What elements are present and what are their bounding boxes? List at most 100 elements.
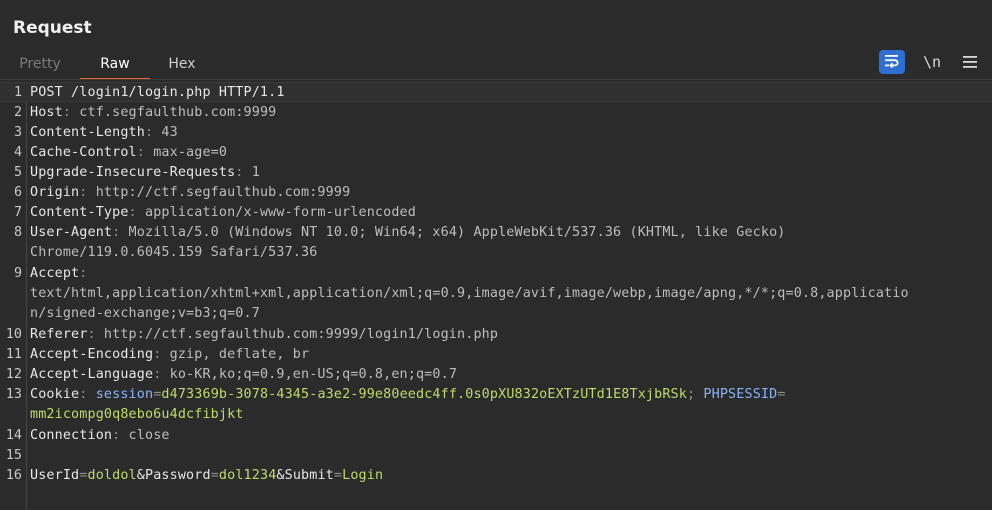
header-colon: : bbox=[136, 145, 145, 160]
hamburger-icon bbox=[963, 53, 977, 72]
param-equals: = bbox=[333, 468, 343, 483]
header-value: 1 bbox=[243, 165, 260, 180]
param-equals: = bbox=[79, 468, 88, 483]
editor-line: 16 UserId=doldol&Password=dol1234&Submit… bbox=[0, 466, 992, 486]
param-name: UserId bbox=[30, 468, 80, 483]
editor-line: 3 Content-Length: 43 bbox=[0, 123, 992, 143]
tab-hex[interactable]: Hex bbox=[158, 52, 206, 78]
line-number: 13 bbox=[5, 387, 22, 402]
view-tabs: Pretty Raw Hex bbox=[0, 52, 992, 80]
editor-line: 9 Accept: bbox=[0, 264, 992, 284]
header-name: Content-Length bbox=[30, 125, 145, 140]
editor-line: 15 bbox=[0, 446, 992, 466]
line-number: 14 bbox=[5, 428, 22, 443]
editor-line: 7 Content-Type: application/x-www-form-u… bbox=[0, 203, 992, 223]
param-value: Login bbox=[342, 468, 384, 483]
param-value: doldol bbox=[87, 468, 137, 483]
header-colon: : bbox=[87, 327, 96, 342]
header-value: gzip, deflate, br bbox=[161, 347, 310, 362]
editor-line: 11 Accept-Encoding: gzip, deflate, br bbox=[0, 345, 992, 365]
header-colon: : bbox=[144, 125, 154, 140]
editor-line: 12 Accept-Language: ko-KR,ko;q=0.9,en-US… bbox=[0, 365, 992, 385]
editor-line-wrap: Chrome/119.0.6045.159 Safari/537.36 bbox=[0, 243, 992, 263]
show-newlines-button[interactable]: \n bbox=[920, 50, 944, 74]
header-name: Host bbox=[30, 105, 63, 120]
line-number: 7 bbox=[13, 205, 22, 220]
line-number: 9 bbox=[13, 266, 22, 281]
line-number: 2 bbox=[13, 105, 22, 120]
header-colon: : bbox=[79, 387, 88, 402]
header-value: http://ctf.segfaulthub.com:9999 bbox=[87, 185, 351, 200]
editor-line: 10 Referer: http://ctf.segfaulthub.com:9… bbox=[0, 325, 992, 345]
param-name: &Submit bbox=[276, 468, 334, 483]
line-number: 8 bbox=[13, 225, 22, 240]
header-value-continued: text/html,application/xhtml+xml,applicat… bbox=[30, 286, 909, 301]
header-name: User-Agent bbox=[30, 225, 113, 240]
cookie-name: PHPSESSID bbox=[703, 387, 778, 402]
header-name: Origin bbox=[30, 185, 80, 200]
cookie-equals: = bbox=[777, 387, 786, 402]
line-number: 3 bbox=[13, 125, 22, 140]
param-value: dol1234 bbox=[218, 468, 277, 483]
header-value: close bbox=[120, 428, 170, 443]
header-name: Upgrade-Insecure-Requests bbox=[30, 165, 236, 180]
editor-line: 6 Origin: http://ctf.segfaulthub.com:999… bbox=[0, 183, 992, 203]
line-number: 1 bbox=[13, 85, 22, 100]
word-wrap-icon bbox=[884, 53, 900, 72]
menu-button[interactable] bbox=[958, 50, 982, 74]
header-name: Accept-Language bbox=[30, 367, 154, 382]
header-name: Accept-Encoding bbox=[30, 347, 154, 362]
header-name: Content-Type bbox=[30, 205, 129, 220]
header-value: 43 bbox=[153, 125, 178, 140]
header-name: Cookie bbox=[30, 387, 80, 402]
line-number: 5 bbox=[13, 165, 22, 180]
header-colon: : bbox=[235, 165, 244, 180]
line-number: 16 bbox=[5, 468, 22, 483]
editor-line: 4 Cache-Control: max-age=0 bbox=[0, 143, 992, 163]
param-equals: = bbox=[210, 468, 219, 483]
param-name: &Password bbox=[136, 468, 211, 483]
tab-raw[interactable]: Raw bbox=[80, 52, 150, 80]
tabbar-divider bbox=[0, 79, 992, 80]
editor-line: 13 Cookie: session = d473369b-3078-4345-a3… bbox=[0, 385, 992, 405]
line-number: 11 bbox=[5, 347, 22, 362]
tab-pretty[interactable]: Pretty bbox=[12, 52, 68, 78]
header-name: Accept bbox=[30, 266, 80, 281]
header-value: Mozilla/5.0 (Windows NT 10.0; Win64; x64… bbox=[120, 225, 786, 240]
header-value: ko-KR,ko;q=0.9,en-US;q=0.8,en;q=0.7 bbox=[161, 367, 458, 382]
cookie-value-continued: mm2icompg0q8ebo6u4dcfibjkt bbox=[30, 407, 244, 422]
editor-line-wrap: text/html,application/xhtml+xml,applicat… bbox=[0, 284, 992, 304]
line-number: 6 bbox=[13, 185, 22, 200]
cookie-separator: ; bbox=[686, 387, 704, 402]
request-line: POST /login1/login.php HTTP/1.1 bbox=[30, 85, 285, 100]
editor-line-wrap: n/signed-exchange;v=b3;q=0.7 bbox=[0, 304, 992, 324]
header-colon: : bbox=[128, 205, 137, 220]
raw-request-editor[interactable]: 1 POST /login1/login.php HTTP/1.1 2 Host… bbox=[0, 82, 992, 510]
header-value: ctf.segfaulthub.com:9999 bbox=[71, 105, 277, 120]
header-value: http://ctf.segfaulthub.com:9999/login1/l… bbox=[95, 327, 499, 342]
line-number: 12 bbox=[5, 367, 22, 382]
header-colon: : bbox=[79, 185, 88, 200]
editor-line-wrap: mm2icompg0q8ebo6u4dcfibjkt bbox=[0, 405, 992, 425]
header-value-continued: n/signed-exchange;v=b3;q=0.7 bbox=[30, 306, 260, 321]
cookie-value: d473369b-3078-4345-a3e2-99e80eedc4ff.0s0… bbox=[161, 387, 687, 402]
line-number: 10 bbox=[5, 327, 22, 342]
word-wrap-button[interactable] bbox=[879, 50, 905, 74]
editor-line: 2 Host: ctf.segfaulthub.com:9999 bbox=[0, 103, 992, 123]
header-colon: : bbox=[62, 105, 72, 120]
header-value: max-age=0 bbox=[144, 145, 228, 160]
editor-line: 5 Upgrade-Insecure-Requests: 1 bbox=[0, 163, 992, 183]
cookie-name: session bbox=[87, 387, 154, 402]
editor-line: 14 Connection: close bbox=[0, 426, 992, 446]
header-name: Cache-Control bbox=[30, 145, 137, 160]
header-colon: : bbox=[79, 266, 88, 281]
header-name: Referer bbox=[30, 327, 88, 342]
line-number: 4 bbox=[13, 145, 22, 160]
editor-line: 8 User-Agent: Mozilla/5.0 (Windows NT 10… bbox=[0, 223, 992, 243]
header-value: application/x-www-form-urlencoded bbox=[136, 205, 416, 220]
panel-title: Request bbox=[13, 18, 92, 38]
line-number: 15 bbox=[5, 448, 22, 463]
header-value-continued: Chrome/119.0.6045.159 Safari/537.36 bbox=[30, 245, 318, 260]
header-name: Connection bbox=[30, 428, 113, 443]
editor-line: 1 POST /login1/login.php HTTP/1.1 bbox=[0, 82, 992, 102]
